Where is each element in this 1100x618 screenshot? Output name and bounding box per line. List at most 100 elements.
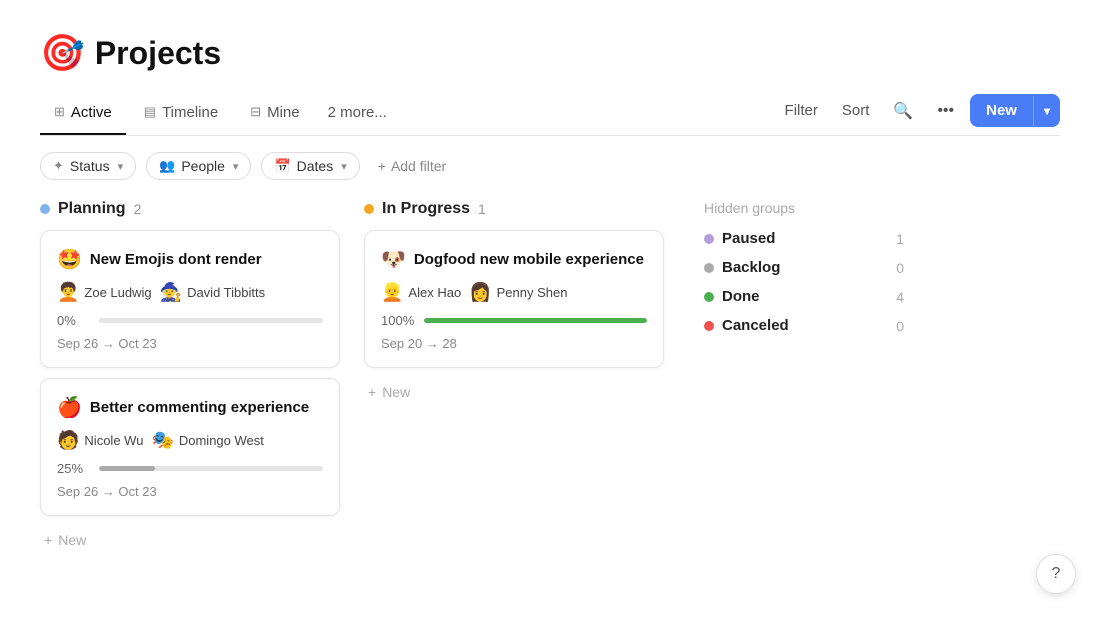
hg-backlog-label: Backlog — [722, 259, 780, 276]
planning-add-plus-icon: + — [44, 532, 52, 548]
avatar-alex-icon: 👱 — [381, 282, 403, 303]
progress-0-label: 0% — [57, 313, 89, 328]
assignee-alex: 👱 Alex Hao — [381, 282, 461, 303]
card-dogfood-avatars: 👱 Alex Hao 👩 Penny Shen — [381, 282, 647, 303]
hg-canceled-dot — [704, 321, 714, 331]
column-planning: Planning 2 🤩 New Emojis dont render 🧑‍🦱 … — [40, 200, 340, 554]
hg-done[interactable]: Done 4 — [704, 288, 904, 305]
planning-title: Planning — [58, 200, 126, 218]
avatar-david-icon: 🧙 — [160, 282, 182, 303]
card-new-emojis[interactable]: 🤩 New Emojis dont render 🧑‍🦱 Zoe Ludwig … — [40, 230, 340, 368]
card-better-commenting-title: Better commenting experience — [90, 399, 309, 416]
hidden-groups-panel: Hidden groups Paused 1 Backlog 0 Done 4 … — [704, 200, 904, 346]
hg-paused[interactable]: Paused 1 — [704, 230, 904, 247]
card-new-emojis-icon: 🤩 — [57, 247, 82, 272]
status-chevron-icon: ▾ — [118, 160, 124, 173]
dates-filter[interactable]: 📅 Dates ▾ — [261, 152, 359, 180]
people-chevron-icon: ▾ — [233, 160, 239, 173]
hg-paused-label: Paused — [722, 230, 775, 247]
hg-backlog-count: 0 — [896, 260, 904, 276]
card-dogfood-progress: 100% — [381, 313, 647, 328]
avatar-domingo-icon: 🎭 — [151, 430, 173, 451]
people-chip-icon: 👥 — [159, 158, 175, 174]
in-progress-add-new[interactable]: + New — [364, 378, 664, 406]
add-filter-button[interactable]: + Add filter — [370, 153, 454, 179]
progress-25-label: 25% — [57, 461, 89, 476]
help-button[interactable]: ? — [1036, 554, 1076, 594]
card-better-commenting-avatars: 🧑 Nicole Wu 🎭 Domingo West — [57, 430, 323, 451]
card-dogfood-icon: 🐶 — [381, 247, 406, 272]
card-dogfood-title: Dogfood new mobile experience — [414, 251, 644, 268]
filter-row: ✦ Status ▾ 👥 People ▾ 📅 Dates ▾ + Add fi… — [40, 152, 1060, 180]
hg-canceled-label: Canceled — [722, 317, 789, 334]
tabs-row: ⊞ Active ▤ Timeline ⊟ Mine 2 more... Fil… — [40, 94, 1060, 136]
status-filter[interactable]: ✦ Status ▾ — [40, 152, 136, 180]
planning-add-label: New — [58, 532, 86, 548]
search-button[interactable]: 🔍 — [885, 95, 921, 127]
card-better-commenting-progress: 25% — [57, 461, 323, 476]
planning-add-new[interactable]: + New — [40, 526, 340, 554]
avatar-nicole-name: Nicole Wu — [84, 433, 143, 448]
tab-more[interactable]: 2 more... — [318, 96, 397, 133]
page-header: 🎯 Projects — [40, 32, 1060, 74]
add-filter-label: Add filter — [391, 158, 446, 174]
new-button[interactable]: New ▾ — [970, 94, 1060, 127]
in-progress-count: 1 — [478, 201, 486, 217]
new-button-chevron[interactable]: ▾ — [1033, 96, 1060, 126]
in-progress-add-label: New — [382, 384, 410, 400]
grid-icon: ⊞ — [54, 104, 65, 120]
card-better-commenting-dates: Sep 26 → Oct 23 — [57, 484, 323, 499]
card-better-commenting-title-row: 🍎 Better commenting experience — [57, 395, 323, 420]
card-dogfood-dates: Sep 20 → 28 — [381, 336, 647, 351]
card-dogfood[interactable]: 🐶 Dogfood new mobile experience 👱 Alex H… — [364, 230, 664, 368]
page-icon: 🎯 — [40, 32, 85, 74]
tab-active[interactable]: ⊞ Active — [40, 96, 126, 135]
hg-done-count: 4 — [896, 289, 904, 305]
card-new-emojis-avatars: 🧑‍🦱 Zoe Ludwig 🧙 David Tibbitts — [57, 282, 323, 303]
card-new-emojis-title-row: 🤩 New Emojis dont render — [57, 247, 323, 272]
dates-chip-icon: 📅 — [274, 158, 290, 174]
assignee-zoe: 🧑‍🦱 Zoe Ludwig — [57, 282, 152, 303]
hg-canceled[interactable]: Canceled 0 — [704, 317, 904, 334]
assignee-nicole: 🧑 Nicole Wu — [57, 430, 143, 451]
card-new-emojis-title: New Emojis dont render — [90, 251, 262, 268]
tab-mine-label: Mine — [267, 104, 300, 121]
card-dogfood-title-row: 🐶 Dogfood new mobile experience — [381, 247, 647, 272]
add-filter-plus-icon: + — [378, 158, 386, 174]
board: Planning 2 🤩 New Emojis dont render 🧑‍🦱 … — [40, 200, 1060, 554]
filter-button[interactable]: Filter — [777, 96, 826, 125]
tabs-right: Filter Sort 🔍 ••• New ▾ — [777, 94, 1060, 135]
in-progress-add-plus-icon: + — [368, 384, 376, 400]
hg-paused-dot — [704, 234, 714, 244]
column-in-progress-header: In Progress 1 — [364, 200, 664, 218]
avatar-alex-name: Alex Hao — [408, 285, 461, 300]
hg-backlog-dot — [704, 263, 714, 273]
card-new-emojis-dates: Sep 26 → Oct 23 — [57, 336, 323, 351]
progress-0-bar — [99, 318, 323, 323]
tab-active-label: Active — [71, 104, 112, 121]
progress-25-fill — [99, 466, 155, 471]
people-filter-label: People — [181, 158, 225, 174]
new-button-label: New — [970, 94, 1033, 127]
tab-mine[interactable]: ⊟ Mine — [236, 96, 313, 135]
tab-timeline[interactable]: ▤ Timeline — [130, 96, 232, 135]
assignee-domingo: 🎭 Domingo West — [151, 430, 263, 451]
progress-100-label: 100% — [381, 313, 414, 328]
tab-timeline-label: Timeline — [162, 104, 218, 121]
more-options-button[interactable]: ••• — [929, 96, 962, 126]
avatar-zoe-icon: 🧑‍🦱 — [57, 282, 79, 303]
hg-canceled-count: 0 — [896, 318, 904, 334]
dates-filter-label: Dates — [297, 158, 334, 174]
avatar-penny-icon: 👩 — [469, 282, 491, 303]
card-new-emojis-progress: 0% — [57, 313, 323, 328]
column-planning-header: Planning 2 — [40, 200, 340, 218]
card-better-commenting[interactable]: 🍎 Better commenting experience 🧑 Nicole … — [40, 378, 340, 516]
progress-100-bar — [424, 318, 647, 323]
hg-backlog[interactable]: Backlog 0 — [704, 259, 904, 276]
sort-button[interactable]: Sort — [834, 96, 878, 125]
hg-paused-count: 1 — [896, 231, 904, 247]
hidden-groups-title: Hidden groups — [704, 200, 904, 216]
hg-done-label: Done — [722, 288, 760, 305]
avatar-nicole-icon: 🧑 — [57, 430, 79, 451]
people-filter[interactable]: 👥 People ▾ — [146, 152, 251, 180]
